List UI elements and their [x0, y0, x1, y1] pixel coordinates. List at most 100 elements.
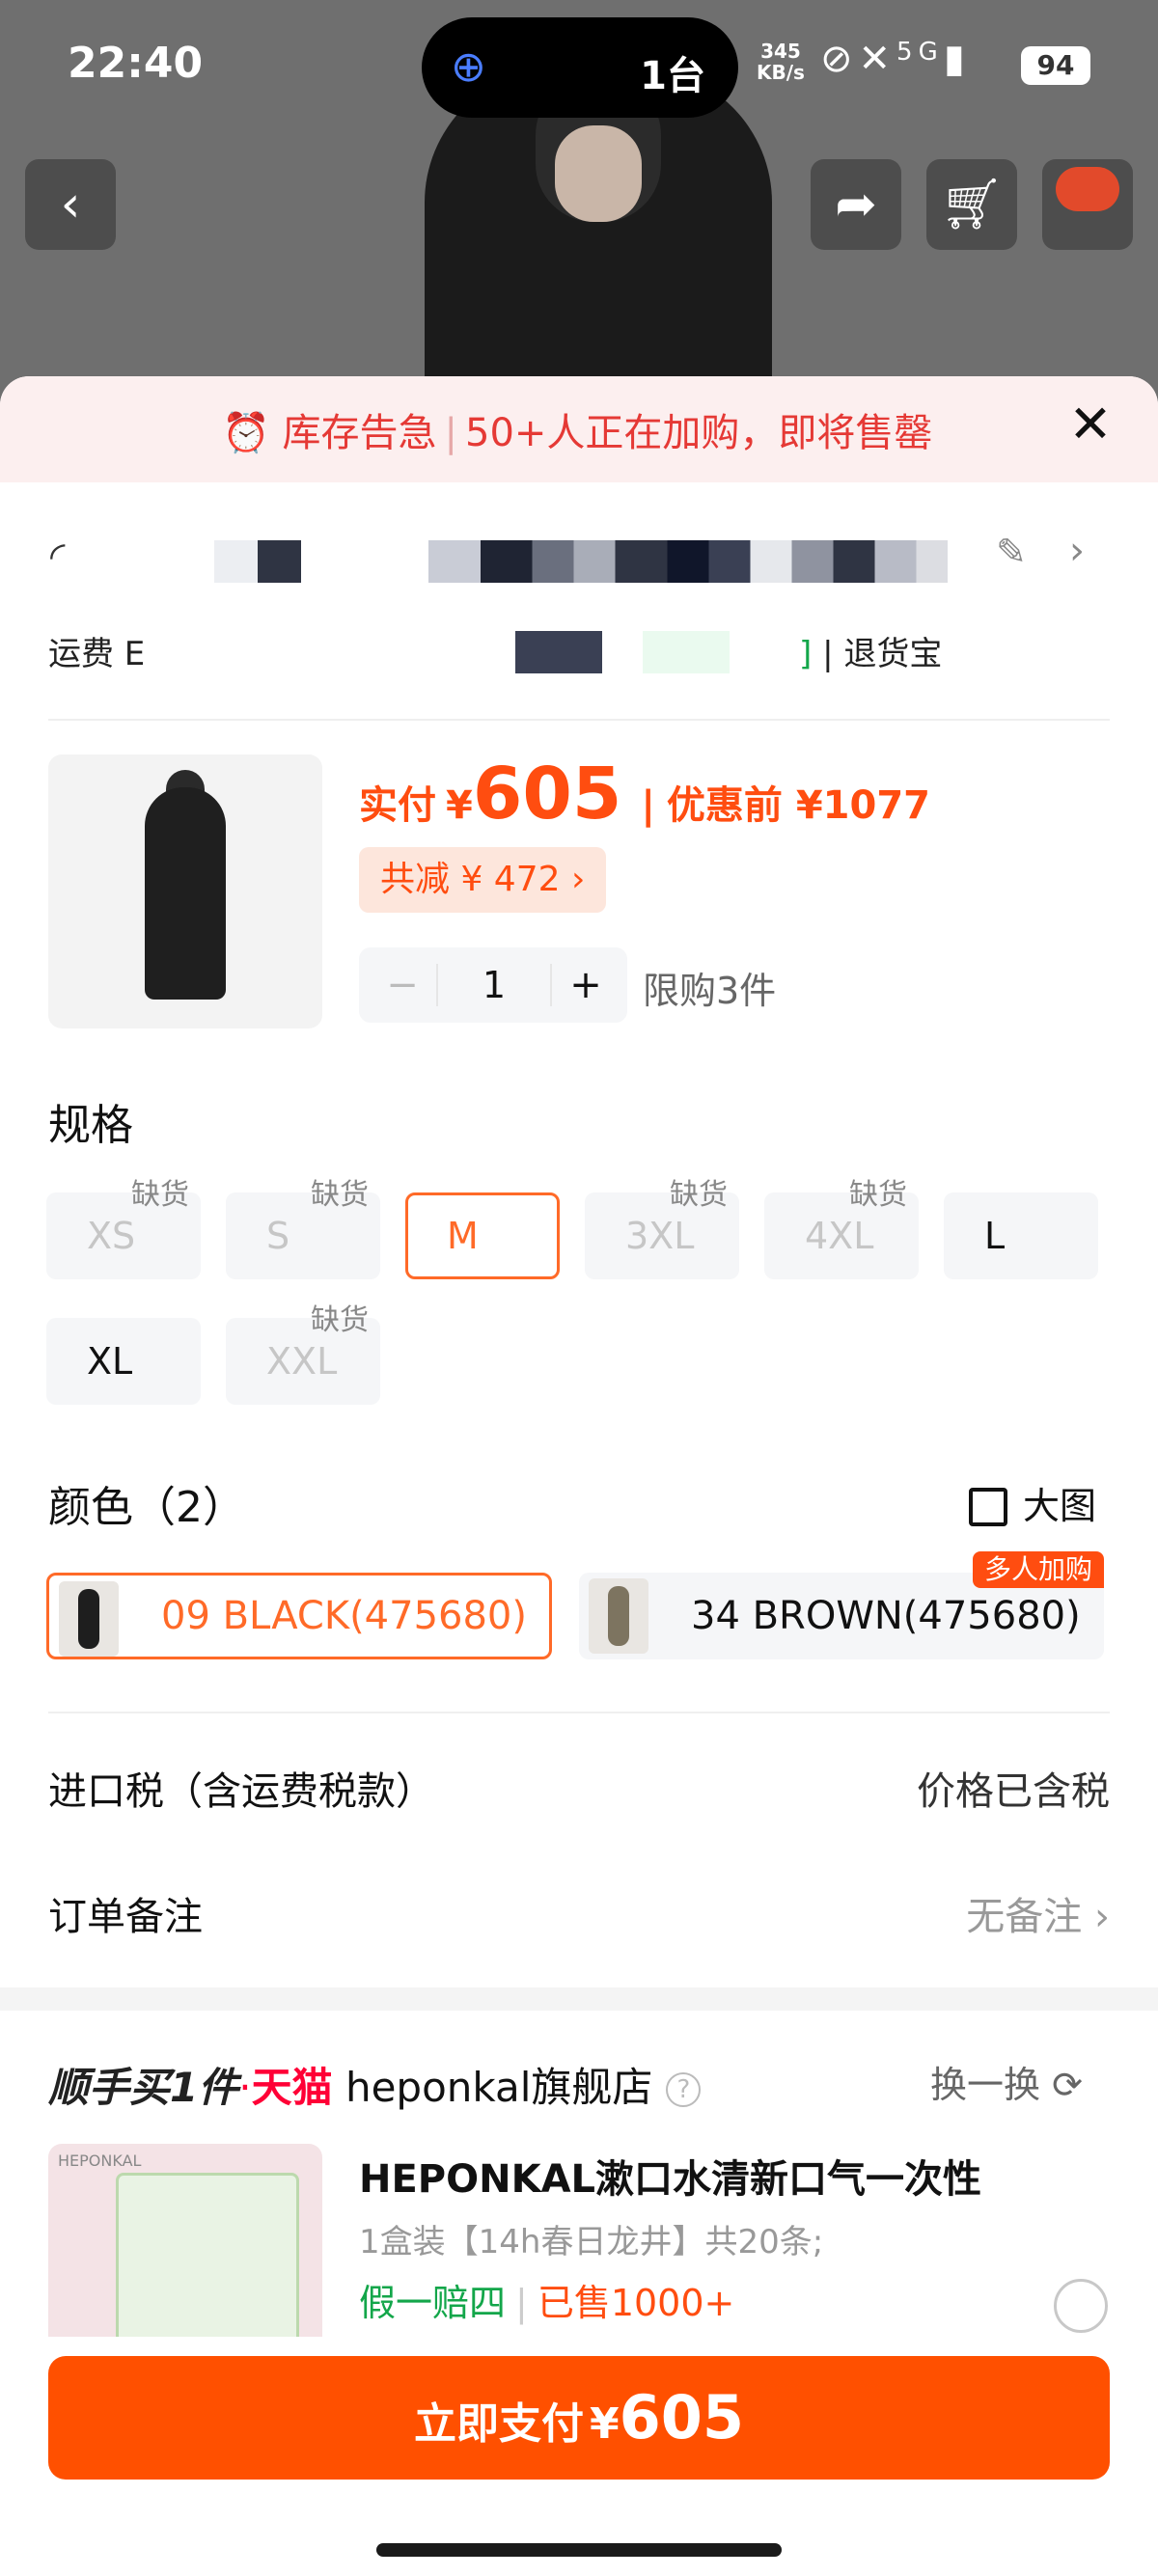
product-thumbnail[interactable] [48, 754, 322, 1028]
price-separator: | [641, 783, 655, 828]
original-price-label: 优惠前 ¥1077 [666, 783, 931, 828]
size-option-3xl[interactable]: 3XL 缺货 [585, 1179, 739, 1279]
popular-badge: 多人加购 [972, 1551, 1104, 1588]
store-name[interactable]: heponkal旗舰店 [345, 2064, 652, 2111]
decrease-button[interactable]: − [378, 947, 427, 1023]
island-count: 1台 [640, 54, 705, 98]
import-tax-label: 进口税（含运费税款） [48, 1769, 434, 1814]
out-of-stock-tag: 缺货 [131, 1178, 189, 1212]
hotspot-icon: ⊘ [820, 37, 859, 81]
color-thumbnail [59, 1581, 119, 1657]
edit-icon[interactable]: ✎ [996, 531, 1027, 573]
addon-package [116, 2173, 299, 2337]
addon-subtitle: 1盒装【14h春日龙井】共20条; [359, 2223, 824, 2261]
size-option-l[interactable]: L [944, 1192, 1098, 1279]
redacted-shipping [515, 631, 602, 673]
quantity-value[interactable]: 1 [436, 964, 552, 1006]
increase-button[interactable]: + [562, 947, 610, 1023]
model-face [555, 125, 642, 222]
size-label: 4XL [805, 1215, 874, 1257]
out-of-stock-tag: 缺货 [670, 1178, 728, 1212]
swap-label: 换一换 [930, 2064, 1041, 2106]
cart-icon: 🛒︎ [939, 176, 1004, 233]
home-indicator[interactable] [376, 2543, 782, 2557]
addon-select-radio[interactable] [1054, 2279, 1108, 2333]
pay-label: 立即支付 [413, 2399, 584, 2449]
paid-label: 实付 [359, 783, 436, 828]
addon-dot: · [238, 2064, 252, 2111]
addon-prefix: 顺手买1件 [48, 2064, 239, 2111]
pay-amount: 605 [619, 2382, 745, 2453]
import-tax-value: 价格已含税 [917, 1769, 1110, 1814]
size-option-4xl[interactable]: 4XL 缺货 [764, 1179, 919, 1279]
size-option-s[interactable]: S 缺货 [226, 1179, 380, 1279]
tag-separator: | [515, 2282, 528, 2324]
alert-separator: | [444, 411, 458, 455]
alarm-icon: ⏰ [222, 411, 270, 455]
spec-title: 规格 [48, 1101, 133, 1150]
size-option-xxl[interactable]: XXL 缺货 [226, 1304, 380, 1405]
help-icon[interactable]: ? [666, 2072, 702, 2107]
color-option-brown[interactable]: 34 BROWN(475680) 多人加购 [579, 1551, 1104, 1659]
pay-currency: ¥ [589, 2399, 620, 2449]
purchase-limit: 限购3件 [643, 970, 777, 1012]
color-thumb-figure [608, 1586, 629, 1646]
redacted-address-2 [428, 540, 948, 583]
original-price: | 优惠前 ¥1077 [621, 783, 930, 828]
signal-icon: 5G [896, 38, 944, 67]
price-line: 实付 ¥605 | 优惠前 ¥1077 [359, 753, 930, 836]
network-speed: 345 KB/s [757, 41, 805, 83]
size-label: M [447, 1215, 479, 1257]
big-image-label: 大图 [1023, 1485, 1097, 1527]
size-option-xs[interactable]: XS 缺货 [46, 1179, 201, 1279]
speed-unit: KB/s [757, 61, 805, 84]
more-icon [1056, 167, 1119, 211]
color-option-black[interactable]: 09 BLACK(475680) [46, 1573, 552, 1659]
size-label: XS [87, 1215, 136, 1257]
status-bar: 22:40 ⊕ 1台 345 KB/s ⊘✕5G▮ 94 [0, 0, 1158, 135]
quality-tag: 假一赔四 [359, 2282, 507, 2324]
grid-icon [969, 1488, 1007, 1526]
order-remark-value: 无备注 › [966, 1895, 1110, 1939]
redacted-address [214, 540, 301, 583]
swap-button[interactable]: 换一换 ⟳ [930, 2055, 1083, 2108]
back-button[interactable]: ‹ [25, 159, 116, 250]
more-button[interactable] [1042, 159, 1133, 250]
mute-icon: ✕ [858, 37, 897, 81]
discount-badge[interactable]: 共减 ¥ 472 › [359, 847, 607, 913]
checkout-sheet: ⏰ 库存告急 | 50+人正在加购，即将售罄 ✕ ◜ ✎ › 运费 E ] | 退货… [0, 376, 1158, 2576]
shield-icon: ] [799, 635, 813, 673]
paid-price: 605 [472, 753, 622, 836]
section-divider [48, 1712, 1110, 1713]
address-section[interactable]: ◜ ✎ › 运费 E ] | 退货宝 [0, 492, 1158, 743]
redacted-shipping-2 [643, 631, 730, 673]
addon-brand: HEPONKAL [58, 2151, 142, 2170]
color-label: 09 BLACK(475680) [161, 1594, 527, 1638]
out-of-stock-tag: 缺货 [849, 1178, 907, 1212]
chevron-left-icon: ‹ [60, 176, 81, 233]
out-of-stock-tag: 缺货 [311, 1303, 369, 1337]
link-icon: ⊕ [451, 42, 486, 92]
addon-title[interactable]: HEPONKAL漱口水清新口气一次性 [359, 2148, 981, 2204]
size-option-xl[interactable]: XL [46, 1318, 201, 1405]
order-remark-row[interactable]: 订单备注 无备注 › [48, 1885, 1110, 1941]
sold-tag: 已售1000+ [537, 2282, 735, 2324]
share-icon: ➦ [835, 176, 877, 233]
chevron-right-icon: › [1069, 529, 1085, 573]
size-label: 3XL [625, 1215, 695, 1257]
speed-value: 345 [760, 40, 801, 63]
return-service: ] | 退货宝 [799, 635, 943, 673]
share-button[interactable]: ➦ [811, 159, 901, 250]
dynamic-island[interactable]: ⊕ 1台 [422, 17, 738, 118]
refresh-icon: ⟳ [1052, 2064, 1083, 2106]
close-button[interactable]: ✕ [1062, 396, 1119, 453]
addon-product-image[interactable]: HEPONKAL [48, 2144, 322, 2337]
pay-now-button[interactable]: 立即支付 ¥605 [48, 2356, 1110, 2480]
stock-alert-detail: 50+人正在加购，即将售罄 [465, 411, 933, 455]
cart-button[interactable]: 🛒︎ [926, 159, 1017, 250]
currency-symbol: ¥ [446, 783, 473, 828]
big-image-toggle[interactable]: 大图 [969, 1476, 1096, 1529]
status-icons: ⊘✕5G▮ [820, 37, 971, 81]
size-option-m[interactable]: M [405, 1192, 560, 1279]
size-label: S [266, 1215, 290, 1257]
